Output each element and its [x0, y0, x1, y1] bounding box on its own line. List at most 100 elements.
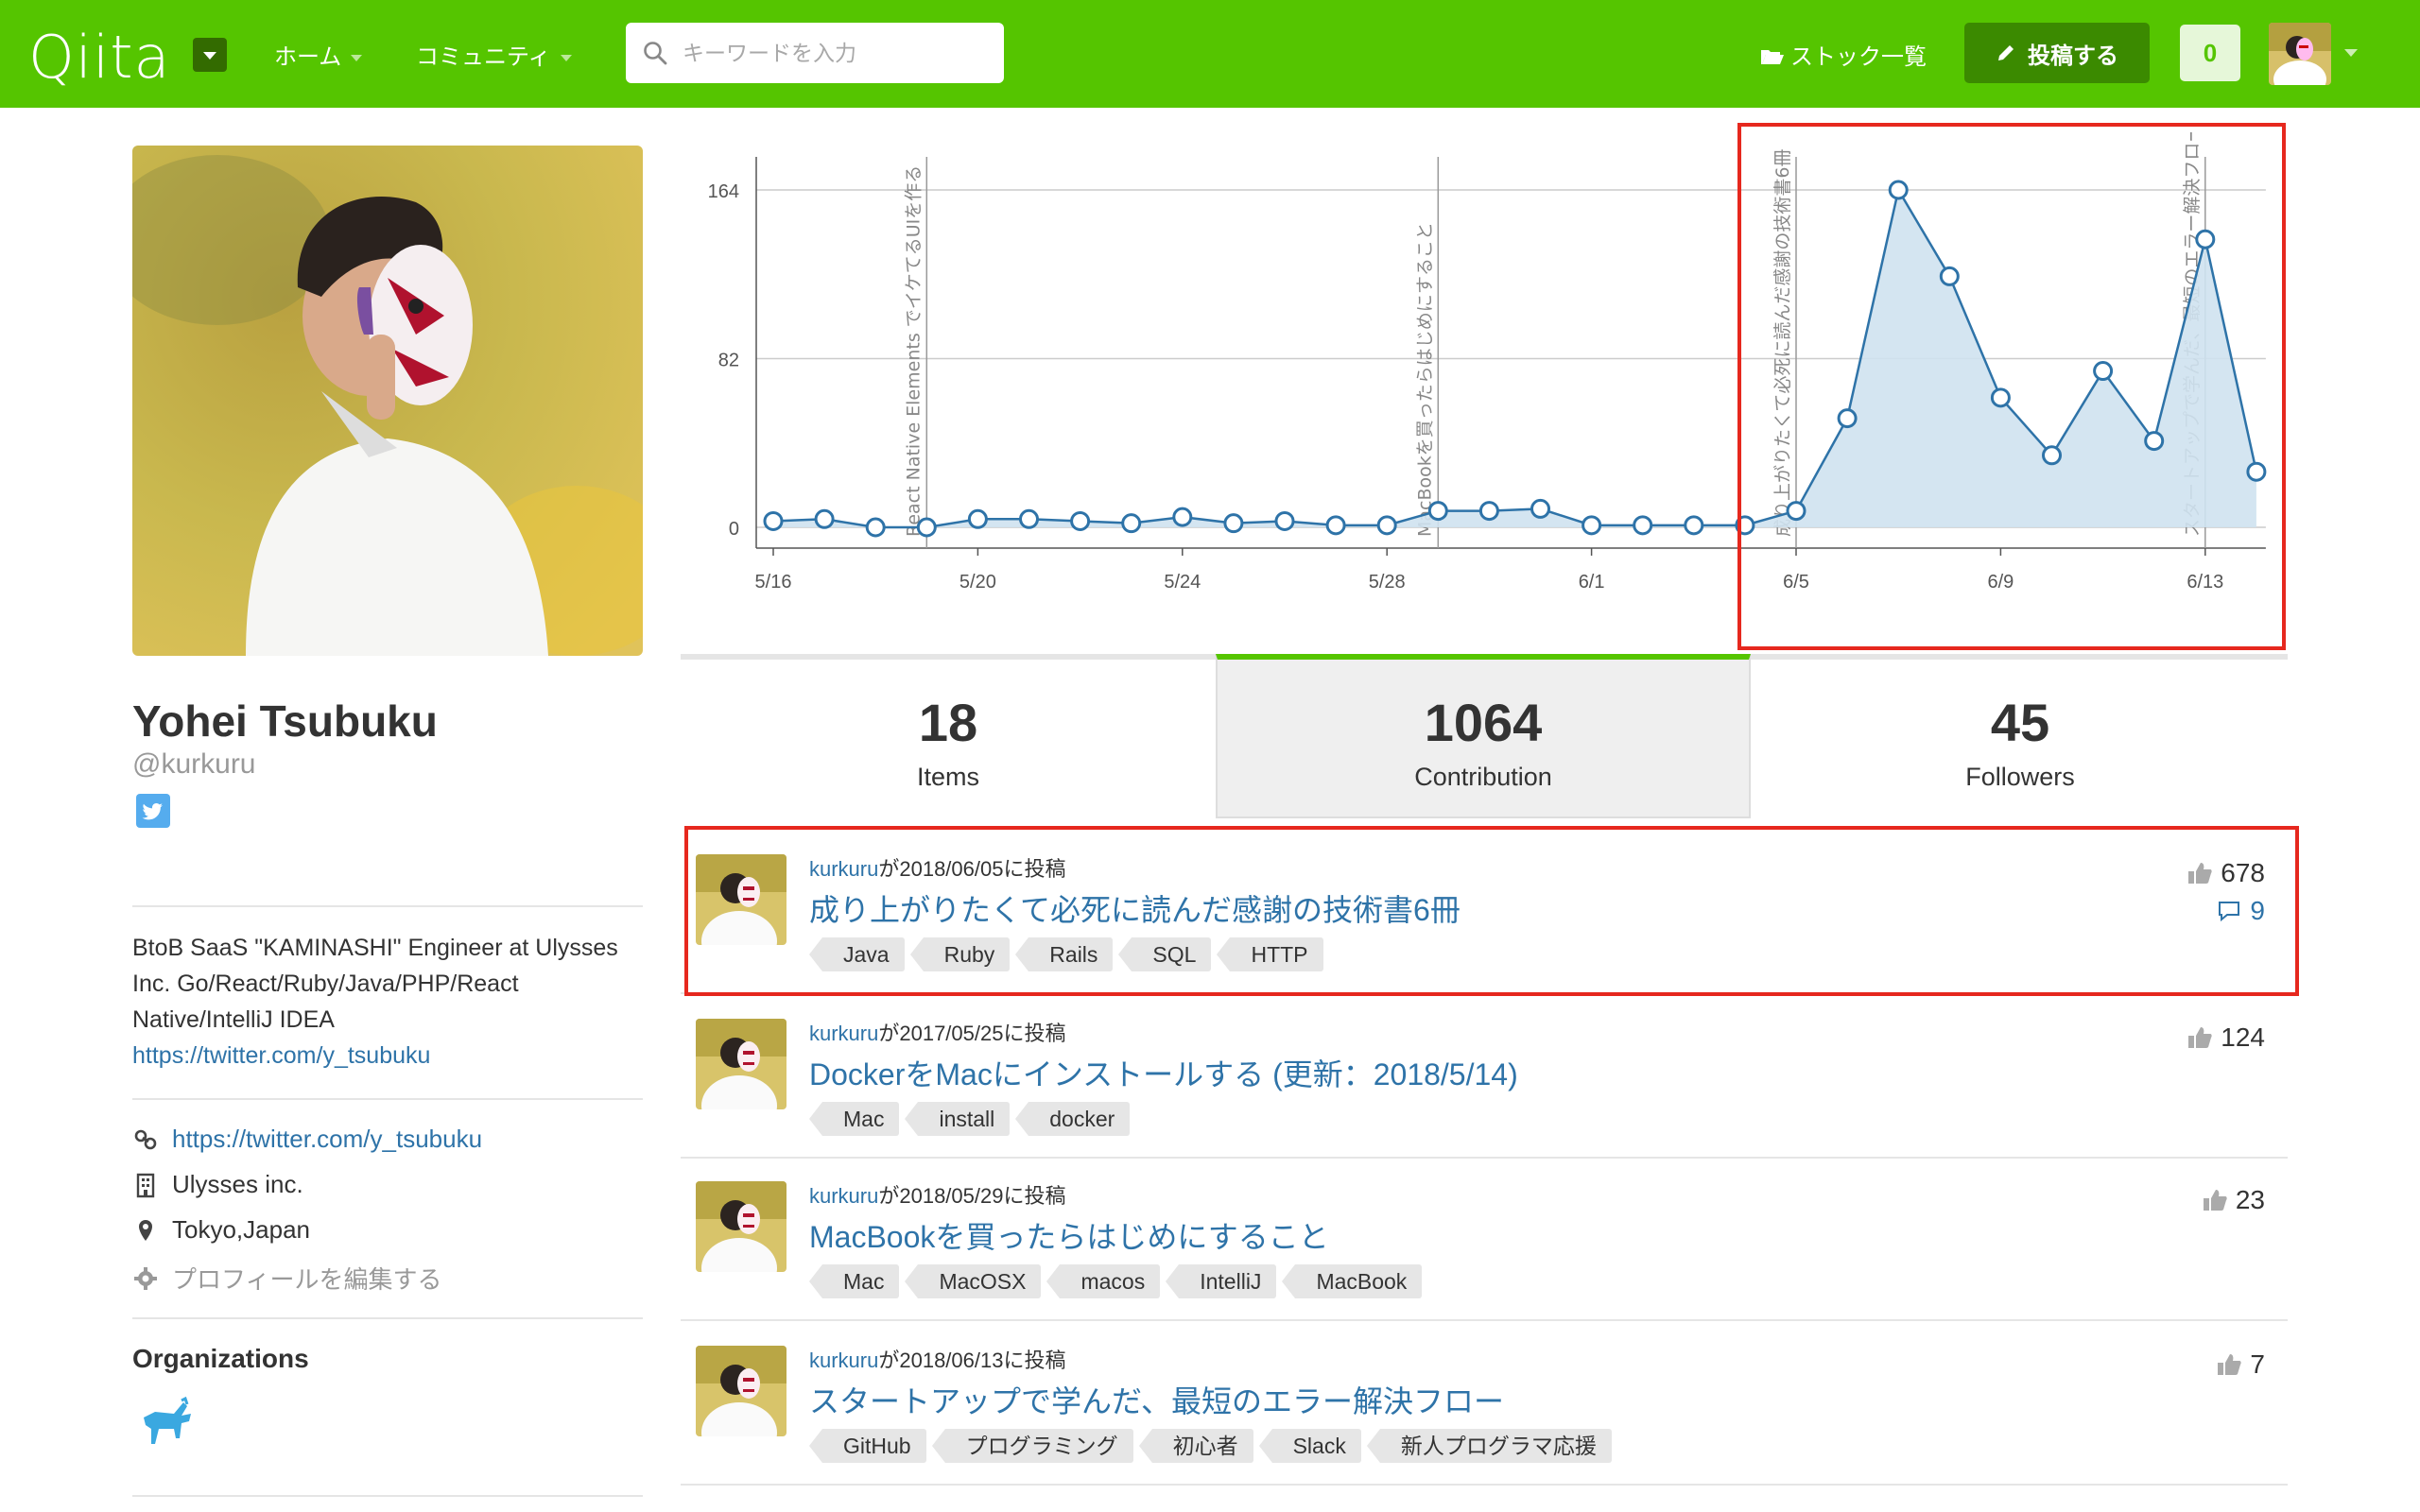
company-name: Ulysses inc.: [172, 1170, 303, 1198]
divider: [132, 1317, 643, 1319]
tag[interactable]: Slack: [1258, 1429, 1361, 1463]
avatar-image: [696, 1346, 786, 1436]
tag[interactable]: docker: [1015, 1102, 1131, 1136]
author-avatar[interactable]: [696, 1019, 786, 1109]
twitter-icon[interactable]: [136, 794, 170, 828]
like-count-value: 23: [2235, 1185, 2265, 1214]
tag-list: Mac MacOSX macos IntelliJ MacBook: [808, 1264, 1423, 1298]
data-point: [814, 508, 835, 529]
bio-link[interactable]: https://twitter.com/y_tsubuku: [132, 1038, 643, 1074]
profile-handle: @kurkuru: [132, 748, 256, 780]
stat-items[interactable]: 18 Items: [681, 660, 1216, 818]
tag[interactable]: プログラミング: [931, 1429, 1133, 1463]
data-point: [1376, 515, 1397, 536]
nav-home[interactable]: ホーム: [274, 38, 363, 71]
tag-list: Mac install docker: [808, 1102, 1131, 1136]
profile-photo-image: [132, 146, 643, 656]
data-point: [1530, 498, 1550, 519]
location-text: Tokyo,Japan: [172, 1215, 310, 1244]
data-point: [1172, 507, 1193, 527]
data-point: [1223, 513, 1244, 534]
organizations-title: Organizations: [132, 1344, 309, 1373]
post-button[interactable]: 投稿する: [1964, 23, 2150, 83]
tag[interactable]: MacBook: [1282, 1264, 1423, 1298]
x-tick-label: 5/20: [959, 572, 996, 593]
divider: [132, 905, 643, 907]
x-tick-label: 5/16: [755, 572, 792, 593]
author-link[interactable]: kurkuru: [809, 1349, 878, 1372]
y-tick-label: 164: [708, 181, 739, 202]
nav-home-label: ホーム: [274, 44, 342, 70]
data-point: [1427, 501, 1448, 522]
annotation-label: MacBookを買ったらはじめにすること: [1414, 222, 1435, 537]
tag[interactable]: Mac: [808, 1102, 900, 1136]
data-point: [916, 517, 937, 538]
posted-date: が2018/05/29に投稿: [878, 1184, 1066, 1208]
top-navbar: Qiita ホーム コミュニティ ストック一覧 投稿する 0: [0, 0, 2420, 108]
author-avatar[interactable]: [696, 1346, 786, 1436]
qiita-logo[interactable]: Qiita: [28, 23, 171, 92]
stat-followers-label: Followers: [1965, 763, 2075, 791]
notification-button[interactable]: 0: [2180, 25, 2240, 81]
tag[interactable]: macos: [1046, 1264, 1161, 1298]
y-tick-label: 82: [718, 351, 739, 371]
tag[interactable]: install: [905, 1102, 1011, 1136]
x-tick-label: 6/1: [1579, 572, 1605, 593]
company-row: Ulysses inc.: [132, 1170, 303, 1199]
item-title-link[interactable]: スタートアップで学んだ、最短のエラー解決フロー: [809, 1378, 1504, 1421]
folder-open-icon: [1761, 50, 1784, 64]
tag[interactable]: 初心者: [1138, 1429, 1253, 1463]
chevron-down-icon: [351, 55, 363, 62]
post-button-label: 投稿する: [2028, 43, 2118, 69]
item-meta: kurkuruが2017/05/25に投稿: [809, 1017, 1065, 1047]
data-point: [1070, 510, 1091, 531]
search-input[interactable]: [683, 23, 994, 83]
nav-community[interactable]: コミュニティ: [416, 38, 572, 71]
chevron-down-icon[interactable]: [2344, 49, 2358, 57]
item-meta: kurkuruが2018/05/29に投稿: [809, 1179, 1065, 1210]
author-avatar[interactable]: [696, 1181, 786, 1272]
tag[interactable]: 新人プログラマ応援: [1366, 1429, 1612, 1463]
chevron-down-icon: [560, 55, 572, 62]
website-link[interactable]: https://twitter.com/y_tsubuku: [172, 1125, 482, 1154]
data-point: [1582, 515, 1602, 536]
stat-contribution[interactable]: 1064 Contribution: [1216, 654, 1751, 818]
edit-profile-row[interactable]: プロフィールを編集する: [132, 1261, 441, 1296]
website-row: https://twitter.com/y_tsubuku: [132, 1125, 482, 1154]
avatar-image: [696, 1181, 786, 1272]
stat-contribution-count: 1064: [1424, 693, 1543, 752]
list-item: kurkuruが2018/06/13に投稿 スタートアップで学んだ、最短のエラー…: [681, 1323, 2288, 1486]
building-icon: [136, 1173, 155, 1197]
item-title-link[interactable]: MacBookを買ったらはじめにすること: [809, 1213, 1329, 1257]
tag[interactable]: MacOSX: [905, 1264, 1042, 1298]
pencil-icon: [1998, 45, 2014, 60]
author-link[interactable]: kurkuru: [809, 1184, 878, 1208]
user-avatar[interactable]: [2269, 23, 2331, 85]
tag[interactable]: GitHub: [809, 1429, 926, 1463]
edit-profile-link[interactable]: プロフィールを編集する: [172, 1261, 441, 1296]
location-row: Tokyo,Japan: [132, 1215, 310, 1245]
map-marker-icon: [139, 1219, 152, 1241]
data-point: [1684, 515, 1704, 536]
data-point: [1121, 513, 1142, 534]
stat-items-count: 18: [918, 693, 978, 752]
logo-dropdown-button[interactable]: [193, 38, 227, 72]
y-tick-label: 0: [729, 519, 739, 540]
stock-list-label: ストック一覧: [1790, 44, 1927, 70]
author-link[interactable]: kurkuru: [809, 1022, 878, 1045]
organization-goat-icon[interactable]: [138, 1396, 197, 1455]
tag[interactable]: Mac: [808, 1264, 900, 1298]
data-point: [1274, 510, 1295, 531]
posted-date: が2017/05/25に投稿: [878, 1022, 1066, 1045]
stat-followers-count: 45: [1990, 693, 2050, 752]
stat-followers[interactable]: 45 Followers: [1753, 660, 2288, 818]
search-icon: [644, 42, 667, 65]
item-title-link[interactable]: DockerをMacにインストールする (更新：2018/5/14): [809, 1051, 1518, 1094]
posted-date: が2018/06/13に投稿: [878, 1349, 1066, 1372]
nav-community-label: コミュニティ: [416, 44, 551, 70]
stat-contribution-label: Contribution: [1414, 763, 1552, 791]
data-point: [1478, 501, 1499, 522]
stock-list-link[interactable]: ストック一覧: [1760, 38, 1927, 71]
tag[interactable]: IntelliJ: [1166, 1264, 1277, 1298]
avatar-image: [2269, 23, 2331, 85]
